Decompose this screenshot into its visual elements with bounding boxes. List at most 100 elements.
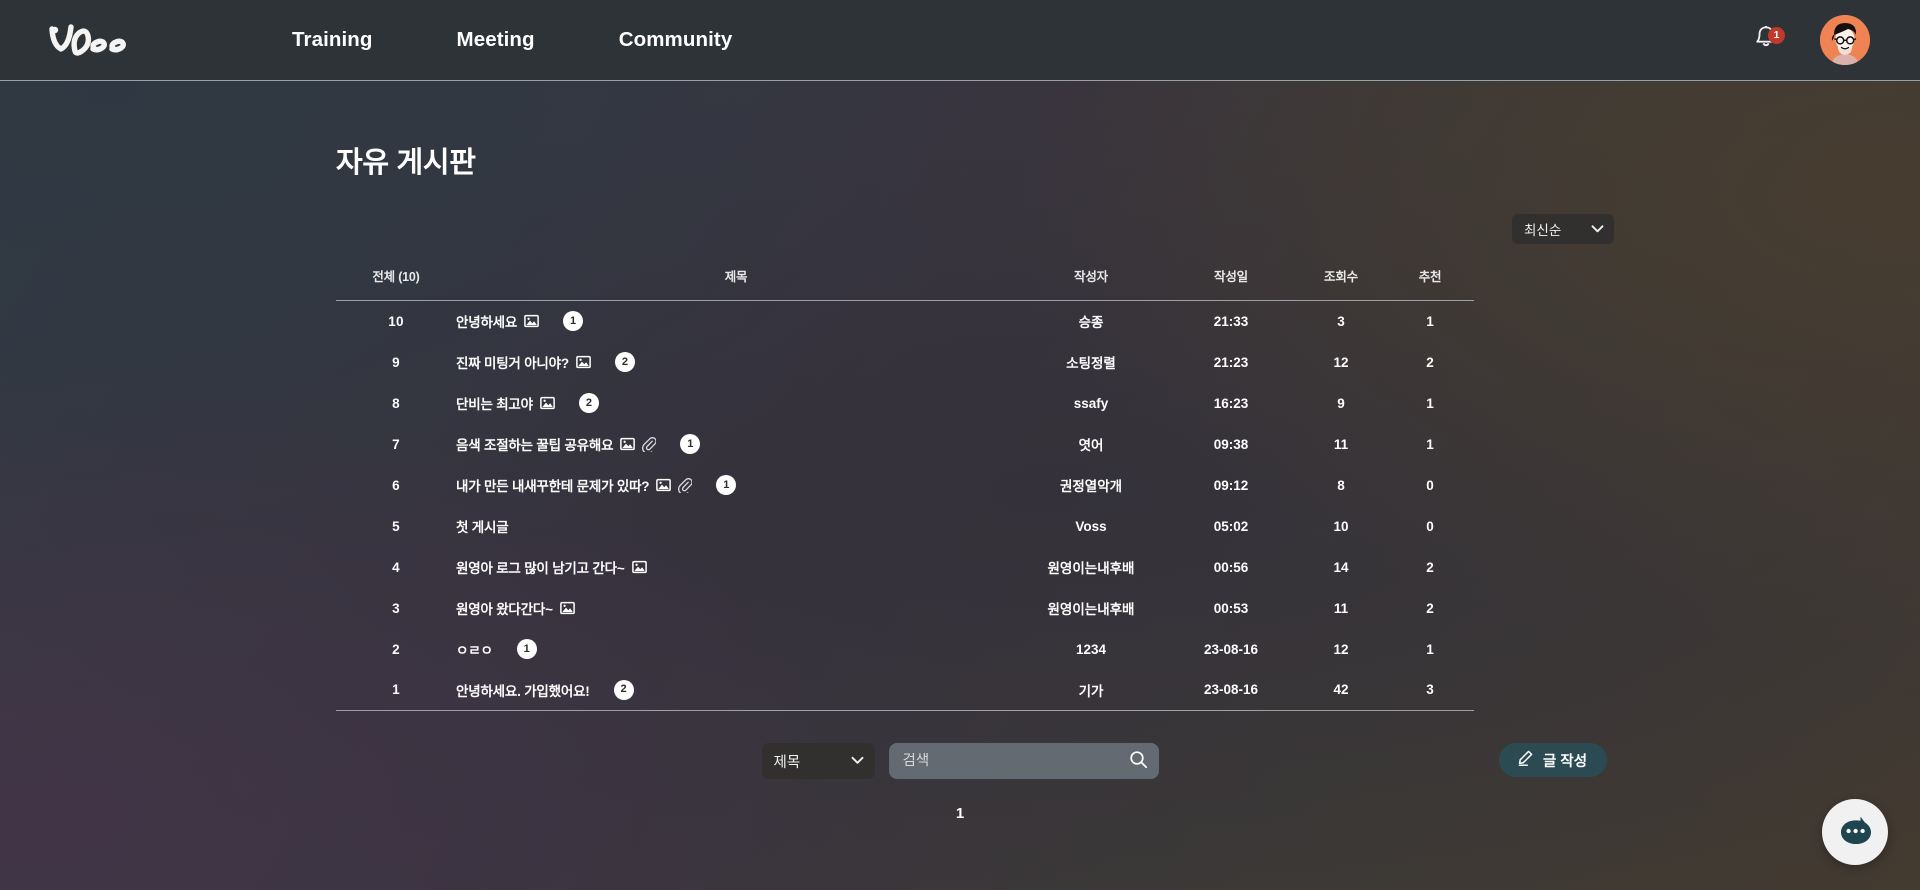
table-row[interactable]: 5 첫 게시글 Voss 05:02 10 0 <box>336 506 1474 547</box>
row-date: 23-08-16 <box>1203 682 1259 698</box>
row-title-cell[interactable]: 안녕하세요. 가입했어요! 2 <box>456 670 1016 711</box>
row-likes: 0 <box>1426 477 1434 493</box>
table-row[interactable]: 10 안녕하세요 1 승종 21:33 3 1 <box>336 301 1474 342</box>
search-button[interactable] <box>1129 750 1148 772</box>
pagination: 1 <box>0 803 1920 824</box>
row-likes: 1 <box>1426 313 1434 329</box>
post-title: 안녕하세요 <box>456 315 518 331</box>
row-views: 8 <box>1337 477 1345 493</box>
row-likes: 2 <box>1426 600 1434 616</box>
row-author: 엿어 <box>1078 438 1104 453</box>
row-author: 기가 <box>1078 683 1104 699</box>
table-row[interactable]: 1 안녕하세요. 가입했어요! 2 기가 23-08-16 42 3 <box>336 670 1474 711</box>
chevron-down-icon <box>1591 222 1604 237</box>
table-row[interactable]: 9 진짜 미팅거 아니야? 2 소팅정렬 21:23 12 2 <box>336 342 1474 383</box>
search-input[interactable] <box>902 753 1123 769</box>
page-number[interactable]: 1 <box>950 803 970 824</box>
row-title-cell[interactable]: 단비는 최고야 2 <box>456 383 1016 424</box>
comment-count-badge: 2 <box>578 393 599 413</box>
comment-count-badge: 2 <box>614 352 635 372</box>
row-views: 42 <box>1333 682 1349 698</box>
row-author: 소팅정렬 <box>1066 356 1116 371</box>
table-row[interactable]: 7 음색 조절하는 꿀팁 공유해요 1 엿어 09:38 11 1 <box>336 424 1474 465</box>
post-title: 내가 만든 내새꾸한테 문제가 있따? <box>456 479 650 494</box>
sort-select[interactable]: 최신순 <box>1512 214 1614 244</box>
row-number: 9 <box>392 354 400 370</box>
nav-item-community[interactable]: Community <box>619 20 733 60</box>
table-row[interactable]: 3 원영아 왔다간다~ 원영이는내후배 00:53 11 2 <box>336 588 1474 629</box>
row-likes: 1 <box>1426 395 1434 411</box>
search-icon <box>1129 750 1148 772</box>
row-title-cell[interactable]: 안녕하세요 1 <box>456 301 1016 342</box>
board-table-head: 전체 (10) 제목 작성자 작성일 조회수 추천 <box>336 266 1474 301</box>
row-title-cell[interactable]: 내가 만든 내새꾸한테 문제가 있따? 1 <box>456 465 1016 506</box>
row-number: 5 <box>392 518 400 534</box>
post-title: 첫 게시글 <box>456 520 509 535</box>
row-title-cell[interactable]: 음색 조절하는 꿀팁 공유해요 1 <box>456 424 1016 465</box>
image-attachment-icon <box>540 396 555 410</box>
row-views: 14 <box>1333 559 1349 575</box>
column-header-likes: 추천 <box>1418 270 1442 284</box>
nav-item-training[interactable]: Training <box>292 20 373 60</box>
search-filter-select[interactable]: 제목 <box>761 743 875 779</box>
board-table: 전체 (10) 제목 작성자 작성일 조회수 추천 10 안녕하세요 1 승종 21:3… <box>336 266 1474 711</box>
post-title: 진짜 미팅거 아니야? <box>456 356 569 371</box>
row-date: 09:38 <box>1213 436 1249 452</box>
avatar[interactable] <box>1820 15 1870 65</box>
top-header: Training Meeting Community 1 <box>0 0 1920 81</box>
column-header-user: 작성자 <box>1074 270 1108 284</box>
comment-count-badge: 1 <box>716 475 737 495</box>
notification-button[interactable]: 1 <box>1752 23 1785 57</box>
board-bottom-bar: 제목 검색 글 작성 <box>0 737 1920 785</box>
column-header-date: 작성일 <box>1214 270 1248 284</box>
row-author: 1234 <box>1075 641 1107 657</box>
row-number: 4 <box>392 559 400 575</box>
table-row[interactable]: 4 원영아 로그 많이 남기고 간다~ 원영이는내후배 00:56 14 2 <box>336 547 1474 588</box>
image-attachment-icon <box>576 355 591 369</box>
row-number: 7 <box>392 436 400 452</box>
image-attachment-icon <box>559 601 575 615</box>
row-likes: 2 <box>1426 559 1434 575</box>
post-title: 음색 조절하는 꿀팁 공유해요 <box>456 438 614 453</box>
row-title-cell[interactable]: 원영아 왔다간다~ <box>456 588 1016 629</box>
row-views: 11 <box>1333 436 1349 452</box>
row-date: 00:53 <box>1213 600 1249 616</box>
comment-count-badge: 1 <box>680 434 701 454</box>
row-title-cell[interactable]: 첫 게시글 <box>456 506 1016 547</box>
content-inner: 자유 게시판 최신순 전체 (10) 제목 작성자 작성일 조회수 추천 10 … <box>284 81 1636 711</box>
row-views: 9 <box>1337 395 1345 411</box>
row-title-cell[interactable]: 원영아 로그 많이 남기고 간다~ <box>456 547 1016 588</box>
voss-logo[interactable] <box>44 12 164 68</box>
row-likes: 0 <box>1426 518 1434 534</box>
comment-count-badge: 1 <box>563 311 584 332</box>
chat-bubble-icon <box>1836 812 1874 853</box>
row-date: 23-08-16 <box>1203 641 1259 657</box>
row-number: 6 <box>392 477 400 493</box>
chat-fab-button[interactable] <box>1822 799 1888 865</box>
image-attachment-icon <box>656 478 672 492</box>
header-actions: 1 <box>1752 15 1890 65</box>
comment-count-badge: 1 <box>516 639 537 659</box>
paperclip-icon <box>642 436 657 452</box>
nav-item-meeting[interactable]: Meeting <box>457 20 535 60</box>
post-title: 안녕하세요. 가입했어요! <box>456 683 590 699</box>
table-row[interactable]: 6 내가 만든 내새꾸한테 문제가 있따? 1 권정열악개 09:12 8 0 <box>336 465 1474 506</box>
row-number: 1 <box>392 682 400 698</box>
write-post-button[interactable]: 글 작성 <box>1499 743 1608 777</box>
table-row[interactable]: 8 단비는 최고야 2 ssafy 16:23 9 1 <box>336 383 1474 424</box>
row-date: 05:02 <box>1213 518 1249 534</box>
row-author: 원영이는내후배 <box>1047 602 1135 617</box>
row-author: Voss <box>1075 518 1107 534</box>
row-views: 3 <box>1337 313 1345 329</box>
row-title-cell[interactable]: ㅇㄹㅇ 1 <box>456 629 1016 670</box>
row-likes: 1 <box>1426 436 1434 452</box>
row-likes: 3 <box>1426 682 1434 698</box>
table-row[interactable]: 2 ㅇㄹㅇ 1 1234 23-08-16 12 1 <box>336 629 1474 670</box>
image-attachment-icon <box>631 560 647 574</box>
main-navigation: Training Meeting Community <box>292 20 732 60</box>
row-views: 11 <box>1333 600 1349 616</box>
pencil-icon <box>1516 749 1534 771</box>
row-date: 00:56 <box>1213 559 1249 575</box>
notification-badge: 1 <box>1768 27 1785 44</box>
row-title-cell[interactable]: 진짜 미팅거 아니야? 2 <box>456 342 1016 383</box>
